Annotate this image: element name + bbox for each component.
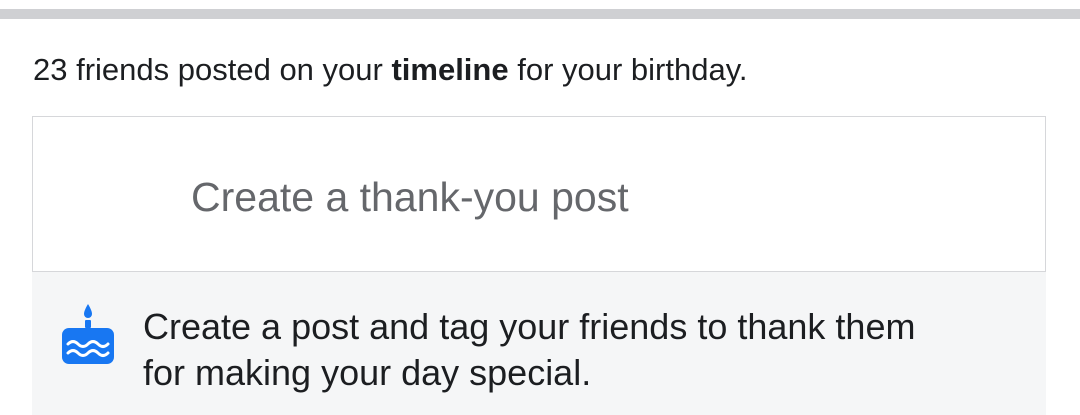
thank-you-post-input[interactable]: Create a thank-you post	[32, 116, 1046, 272]
tip-text: Create a post and tag your friends to th…	[143, 304, 1023, 396]
top-divider	[0, 9, 1080, 19]
timeline-link[interactable]: timeline	[391, 52, 508, 87]
summary-prefix: 23 friends posted on your	[33, 52, 392, 87]
thank-you-tip: Create a post and tag your friends to th…	[32, 272, 1046, 415]
tip-text-line1: Create a post and tag your friends to th…	[143, 306, 916, 347]
birthday-summary: 23 friends posted on your timeline for y…	[33, 50, 748, 90]
tip-text-line2: for making your day special.	[143, 352, 592, 393]
birthday-cake-icon	[60, 300, 116, 366]
thank-you-placeholder: Create a thank-you post	[191, 174, 629, 220]
summary-suffix: for your birthday.	[508, 52, 748, 87]
